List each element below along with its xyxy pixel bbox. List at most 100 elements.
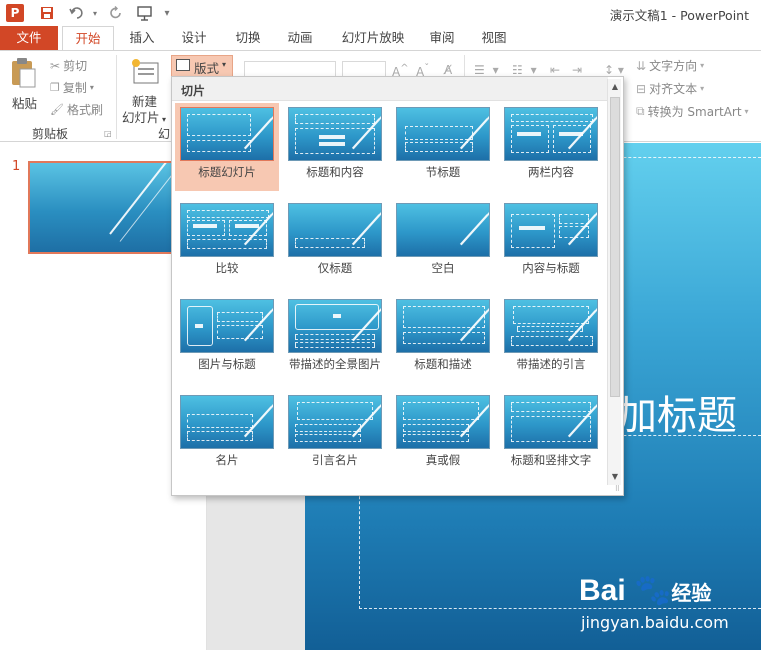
- align-text-button[interactable]: ⊟ 对齐文本 ▾: [636, 80, 704, 97]
- layout-thumbnail: [288, 203, 382, 257]
- thumbnail-streak: [109, 163, 179, 235]
- customize-toolbar-icon[interactable]: ▾: [160, 3, 174, 23]
- title-bar: P ▾ ▾ 演示文稿1 - PowerPoint: [0, 0, 761, 26]
- tab-transitions[interactable]: 切换: [226, 26, 270, 50]
- tab-view[interactable]: 视图: [472, 26, 516, 50]
- ribbon-tabs: 文件 开始 插入 设计 切换 动画 幻灯片放映 审阅 视图: [0, 26, 761, 51]
- slide-title-placeholder[interactable]: 加标题: [617, 383, 737, 441]
- layout-thumbnail: [288, 299, 382, 353]
- scroll-thumb[interactable]: [610, 97, 620, 397]
- new-slide-button[interactable]: 新建 幻灯片 ▾: [122, 55, 172, 125]
- text-direction-button[interactable]: ⇊ 文字方向 ▾: [636, 57, 704, 74]
- layout-label: 名片: [215, 453, 239, 467]
- layout-label: 标题和描述: [414, 357, 472, 371]
- tab-animations[interactable]: 动画: [278, 26, 322, 50]
- layout-title-and-vertical-text[interactable]: 标题和竖排文字: [499, 391, 603, 479]
- gallery-scrollbar[interactable]: ▲ ▼: [607, 79, 621, 485]
- layout-label: 内容与标题: [522, 261, 580, 275]
- gallery-title: 切片: [181, 84, 206, 98]
- layout-content-with-caption[interactable]: 内容与标题: [499, 199, 603, 287]
- format-painter-button[interactable]: 🖌 格式刷: [50, 101, 103, 118]
- paste-button[interactable]: 粘贴: [8, 57, 44, 113]
- layout-title-slide[interactable]: 标题幻灯片: [175, 103, 279, 191]
- paste-label: 粘贴: [12, 96, 38, 111]
- layout-label: 两栏内容: [528, 165, 574, 179]
- watermark-url: jingyan.baidu.com: [581, 613, 729, 632]
- undo-icon[interactable]: [66, 3, 88, 23]
- cut-button[interactable]: ✂ 剪切: [50, 57, 87, 74]
- clipboard-launcher-icon[interactable]: ◲: [104, 129, 112, 138]
- layout-thumbnail: [288, 107, 382, 161]
- resize-grip-icon[interactable]: ⠿: [615, 485, 620, 493]
- layout-label: 真或假: [425, 453, 461, 467]
- numbering-icon[interactable]: ☷ ▾: [512, 63, 539, 77]
- tab-home[interactable]: 开始: [62, 26, 114, 51]
- copy-dropdown-icon: ▾: [89, 83, 94, 92]
- format-painter-label: 格式刷: [66, 103, 103, 117]
- scroll-down-icon[interactable]: ▼: [609, 471, 621, 483]
- bullets-icon[interactable]: ☰ ▾: [474, 63, 501, 77]
- cut-label: 剪切: [63, 59, 88, 73]
- copy-button[interactable]: ❐ 复制 ▾: [50, 79, 94, 96]
- tab-review[interactable]: 审阅: [420, 26, 464, 50]
- clear-format-icon[interactable]: A̸: [444, 63, 452, 77]
- layout-thumbnail: [396, 299, 490, 353]
- layout-title-and-content[interactable]: 标题和内容: [283, 103, 387, 191]
- watermark-brand: Bai 🐾经验: [579, 574, 712, 607]
- layout-comparison[interactable]: 比较: [175, 199, 279, 287]
- copy-icon: ❐: [50, 81, 60, 94]
- redo-icon[interactable]: [106, 3, 126, 23]
- tab-file[interactable]: 文件: [0, 26, 58, 50]
- layout-label: 带描述的引言: [516, 357, 586, 371]
- align-text-icon: ⊟: [636, 81, 647, 96]
- layout-label: 节标题: [425, 165, 461, 179]
- convert-smartart-dropdown-icon: ▾: [744, 107, 749, 116]
- layout-title-and-caption[interactable]: 标题和描述: [391, 295, 495, 383]
- scissors-icon: ✂: [50, 58, 61, 73]
- undo-dropdown-icon[interactable]: ▾: [90, 3, 100, 23]
- layout-section-header[interactable]: 节标题: [391, 103, 495, 191]
- decrease-indent-icon[interactable]: ⇤: [550, 63, 560, 77]
- layout-label: 标题和竖排文字: [510, 453, 592, 467]
- tab-slideshow[interactable]: 幻灯片放映: [334, 26, 412, 50]
- layout-label: 图片与标题: [198, 357, 256, 371]
- convert-smartart-label: 转换为 SmartArt: [647, 105, 742, 119]
- powerpoint-logo-icon: P: [6, 4, 24, 22]
- layout-quote-with-caption[interactable]: 带描述的引言: [499, 295, 603, 383]
- layout-label: 仅标题: [317, 261, 353, 275]
- layout-thumbnail: [396, 107, 490, 161]
- layout-title-only[interactable]: 仅标题: [283, 199, 387, 287]
- copy-label: 复制: [62, 81, 87, 95]
- layout-blank[interactable]: 空白: [391, 199, 495, 287]
- scroll-up-icon[interactable]: ▲: [609, 81, 621, 93]
- layout-true-or-false[interactable]: 真或假: [391, 391, 495, 479]
- layout-thumbnail: [180, 299, 274, 353]
- new-slide-label-2: 幻灯片 ▾: [122, 110, 167, 125]
- layout-picture-with-caption[interactable]: 图片与标题: [175, 295, 279, 383]
- smartart-icon: ⧉: [636, 104, 645, 118]
- increase-indent-icon[interactable]: ⇥: [572, 63, 582, 77]
- layout-label: 带描述的全景图片: [289, 357, 381, 371]
- tab-insert[interactable]: 插入: [120, 26, 164, 50]
- layout-thumbnail: [504, 203, 598, 257]
- layout-label: 引言名片: [312, 453, 358, 467]
- layout-button[interactable]: 版式 ▾: [171, 55, 233, 77]
- layout-gallery-dropdown: 切片 ▲ ▼ ⠿ 标题幻灯片 标题和内容 节标题 两栏内容 比较 仅标题 空白 …: [171, 76, 624, 496]
- paste-icon: [12, 58, 36, 88]
- layout-label: 标题幻灯片: [198, 165, 256, 179]
- group-separator: [116, 55, 117, 139]
- layout-thumbnail: [180, 203, 274, 257]
- layout-panoramic-picture-with-caption[interactable]: 带描述的全景图片: [283, 295, 387, 383]
- text-direction-dropdown-icon: ▾: [700, 61, 705, 70]
- layout-quote-name-card[interactable]: 引言名片: [283, 391, 387, 479]
- line-spacing-icon[interactable]: ↕ ▾: [604, 63, 624, 77]
- save-icon[interactable]: [38, 3, 56, 23]
- layout-two-content[interactable]: 两栏内容: [499, 103, 603, 191]
- layout-dropdown-icon: ▾: [222, 60, 227, 69]
- text-direction-label: 文字方向: [649, 59, 698, 73]
- convert-smartart-button[interactable]: ⧉ 转换为 SmartArt ▾: [636, 103, 749, 120]
- layout-name-card[interactable]: 名片: [175, 391, 279, 479]
- layout-thumbnail: [504, 395, 598, 449]
- tab-design[interactable]: 设计: [172, 26, 216, 50]
- start-from-beginning-icon[interactable]: [134, 3, 156, 23]
